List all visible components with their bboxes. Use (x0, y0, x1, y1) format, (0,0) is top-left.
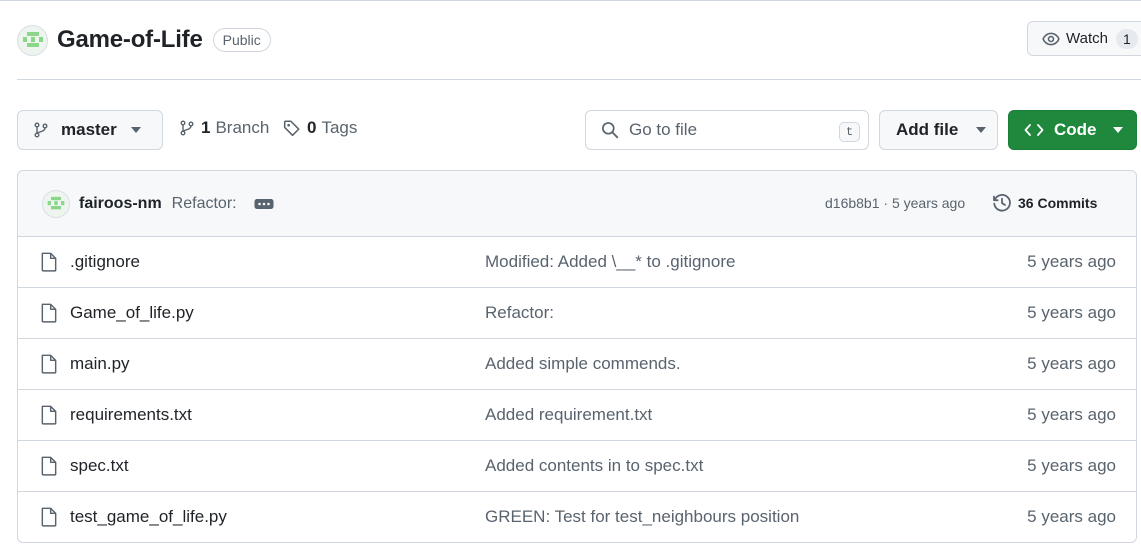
file-browser: fairoos-nm Refactor: d16b8b1 · 5 years a… (17, 170, 1137, 543)
triangle-down-icon (130, 127, 141, 133)
go-to-file-input[interactable] (629, 120, 829, 140)
file-row[interactable]: .gitignore Modified: Added \__* to .giti… (18, 237, 1136, 288)
repo-header: Game-of-Life Public (17, 22, 271, 58)
file-row[interactable]: Game_of_life.py Refactor: 5 years ago (18, 288, 1136, 339)
identicon-icon (47, 196, 65, 210)
watch-button[interactable]: Watch 1 (1027, 21, 1141, 56)
add-file-label: Add file (896, 120, 959, 139)
commit-hash-and-age[interactable]: d16b8b1 · 5 years ago (825, 195, 965, 211)
file-commit-age: 5 years ago (1027, 303, 1116, 322)
commit-count: 36 Commits (1018, 195, 1098, 211)
file-row[interactable]: requirements.txt Added requirement.txt 5… (18, 390, 1136, 441)
file-list: .gitignore Modified: Added \__* to .giti… (18, 237, 1136, 542)
expand-commit-button[interactable] (252, 196, 275, 211)
tag-icon (283, 120, 300, 137)
triangle-down-icon (1112, 127, 1123, 133)
file-row[interactable]: spec.txt Added contents in to spec.txt 5… (18, 441, 1136, 492)
file-name-link[interactable]: main.py (70, 354, 130, 374)
file-name-link[interactable]: test_game_of_life.py (70, 507, 227, 527)
file-commit-age: 5 years ago (1027, 507, 1116, 526)
branches-link[interactable]: 1 Branch (179, 118, 269, 138)
file-row[interactable]: main.py Added simple commends. 5 years a… (18, 339, 1136, 390)
author-avatar[interactable] (42, 189, 70, 218)
file-icon (41, 303, 57, 323)
history-icon (993, 194, 1011, 212)
file-commit-message[interactable]: Modified: Added \__* to .gitignore (485, 252, 735, 272)
commits-link[interactable]: 36 Commits (992, 193, 1097, 213)
file-commit-message[interactable]: Added requirement.txt (485, 405, 652, 425)
file-commit-message[interactable]: Refactor: (485, 303, 554, 323)
file-icon (41, 405, 57, 425)
file-commit-age: 5 years ago (1027, 456, 1116, 475)
commit-author[interactable]: fairoos-nm (79, 195, 162, 213)
watch-label: Watch (1066, 30, 1108, 47)
code-icon (1024, 124, 1044, 136)
branch-word: Branch (215, 118, 270, 137)
git-branch-icon (34, 122, 48, 138)
latest-commit-bar: fairoos-nm Refactor: d16b8b1 · 5 years a… (18, 171, 1136, 237)
tag-word: Tags (321, 118, 358, 137)
triangle-down-icon (976, 127, 987, 133)
file-icon (41, 456, 57, 476)
file-commit-age: 5 years ago (1027, 405, 1116, 424)
file-row[interactable]: test_game_of_life.py GREEN: Test for tes… (18, 492, 1136, 542)
code-button[interactable]: Code (1008, 110, 1137, 150)
file-commit-age: 5 years ago (1027, 252, 1116, 271)
search-icon (602, 122, 619, 139)
file-icon (41, 252, 57, 272)
git-branch-icon (180, 120, 194, 136)
branch-name: master (61, 120, 117, 139)
kebab-horizontal-icon (254, 198, 274, 209)
visibility-badge: Public (212, 28, 271, 52)
identicon-icon (22, 32, 43, 47)
branch-select-button[interactable]: master (17, 110, 163, 150)
owner-avatar[interactable] (17, 24, 48, 56)
file-name-link[interactable]: requirements.txt (70, 405, 192, 425)
add-file-button[interactable]: Add file (879, 110, 998, 150)
repo-name[interactable]: Game-of-Life (57, 26, 203, 54)
file-name-link[interactable]: .gitignore (70, 252, 140, 272)
file-commit-message[interactable]: GREEN: Test for test_neighbours position (485, 507, 799, 527)
keyboard-shortcut-hint: t (839, 122, 860, 142)
branch-count: 1 (201, 118, 211, 137)
file-icon (41, 507, 57, 527)
file-name-link[interactable]: Game_of_life.py (70, 303, 194, 323)
watch-count: 1 (1115, 28, 1138, 49)
file-icon (41, 354, 57, 374)
code-label: Code (1054, 120, 1097, 139)
file-commit-age: 5 years ago (1027, 354, 1116, 373)
file-commit-message[interactable]: Added simple commends. (485, 354, 681, 374)
header-divider (17, 79, 1141, 80)
commit-message[interactable]: Refactor: (172, 195, 237, 213)
file-name-link[interactable]: spec.txt (70, 456, 129, 476)
eye-icon (1042, 32, 1060, 45)
go-to-file-search[interactable]: t (585, 110, 869, 150)
tag-count: 0 (307, 118, 317, 137)
file-commit-message[interactable]: Added contents in to spec.txt (485, 456, 703, 476)
top-border (0, 0, 1141, 1)
tags-link[interactable]: 0 Tags (283, 118, 357, 138)
